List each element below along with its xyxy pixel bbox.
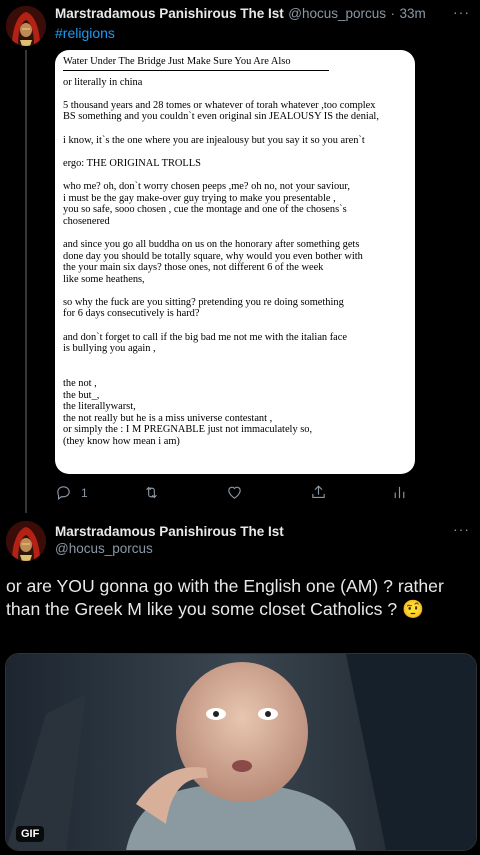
document-line: 5 thousand years and 28 tomes or whateve… — [63, 99, 376, 111]
analytics-icon — [394, 486, 405, 499]
reply-button[interactable]: 1 — [55, 484, 88, 501]
document-line: (they know how mean i am) — [63, 436, 180, 447]
document-line: and since you go all buddha on us on the… — [63, 238, 360, 250]
reply-count: 1 — [81, 485, 88, 500]
document-line: Water Under The Bridge Just Make Sure Yo… — [63, 56, 291, 67]
document-text: Water Under The Bridge Just Make Sure Yo… — [55, 50, 415, 448]
tweet-actions: 1 — [55, 484, 415, 502]
document-line: for 6 days consecutively is hard? — [63, 308, 200, 320]
author-handle[interactable]: @hocus_porcus — [288, 6, 386, 21]
document-line: and don`t forget to call if the big bad … — [63, 331, 348, 343]
document-line: or literally in china — [63, 76, 143, 88]
reply-icon — [57, 486, 70, 501]
document-line: done day you should be totally square, w… — [63, 250, 363, 262]
like-icon — [228, 486, 241, 499]
like-button[interactable] — [226, 484, 243, 501]
tweet-header: Marstradamous Panishirous The Ist @hocus… — [55, 5, 426, 23]
separator: · — [390, 6, 395, 21]
document-line: is bullying you again , — [63, 343, 156, 355]
document-line: the but_, — [63, 389, 100, 401]
share-button[interactable] — [310, 484, 327, 501]
document-line: who me? oh, don`t worry chosen peeps ,me… — [63, 180, 350, 192]
document-line: or simply the : I M PREGNABLE just not i… — [63, 424, 313, 436]
document-line: the not really but he is a miss universe… — [63, 412, 273, 424]
tweet-text: or are YOU gonna go with the English one… — [6, 576, 444, 619]
avatar[interactable] — [6, 6, 46, 46]
gif-preview-image — [6, 654, 476, 850]
retweet-icon — [146, 486, 157, 499]
document-line: BS something and you couldn`t even origi… — [63, 111, 379, 123]
document-line: i must be the gay make-over guy trying t… — [63, 192, 336, 204]
analytics-button[interactable] — [391, 484, 408, 501]
document-rule — [63, 69, 329, 71]
avatar[interactable] — [6, 521, 46, 561]
thread-line — [25, 50, 27, 513]
document-line: you so safe, sooo chosen , cue the monta… — [63, 204, 347, 216]
share-icon — [312, 485, 325, 499]
timestamp[interactable]: 33m — [399, 6, 425, 21]
more-options-icon[interactable]: ··· — [453, 4, 470, 20]
document-image[interactable]: Water Under The Bridge Just Make Sure Yo… — [55, 50, 415, 474]
document-line: the your main six days? those ones, not … — [63, 262, 324, 274]
document-line: the literallywarst, — [63, 401, 136, 413]
gif-badge: GIF — [16, 826, 45, 842]
hashtag-link[interactable]: #religions — [55, 25, 115, 41]
more-options-icon[interactable]: ··· — [453, 521, 470, 537]
document-line: so why the fuck are you sitting? pretend… — [63, 296, 344, 308]
gif-media[interactable]: GIF — [5, 653, 477, 851]
document-line: i know, it`s the one where you are injea… — [63, 134, 365, 146]
retweet-button[interactable] — [143, 484, 160, 501]
document-line: ergo: THE ORIGINAL TROLLS — [63, 157, 201, 169]
document-line: like some heathens, — [63, 273, 145, 285]
document-line: the not , — [63, 378, 97, 390]
document-line: chosenered — [63, 215, 110, 227]
author-name[interactable]: Marstradamous Panishirous The Ist — [55, 6, 284, 21]
author-name[interactable]: Marstradamous Panishirous The Ist — [55, 524, 284, 539]
author-handle[interactable]: @hocus_porcus — [55, 541, 153, 556]
